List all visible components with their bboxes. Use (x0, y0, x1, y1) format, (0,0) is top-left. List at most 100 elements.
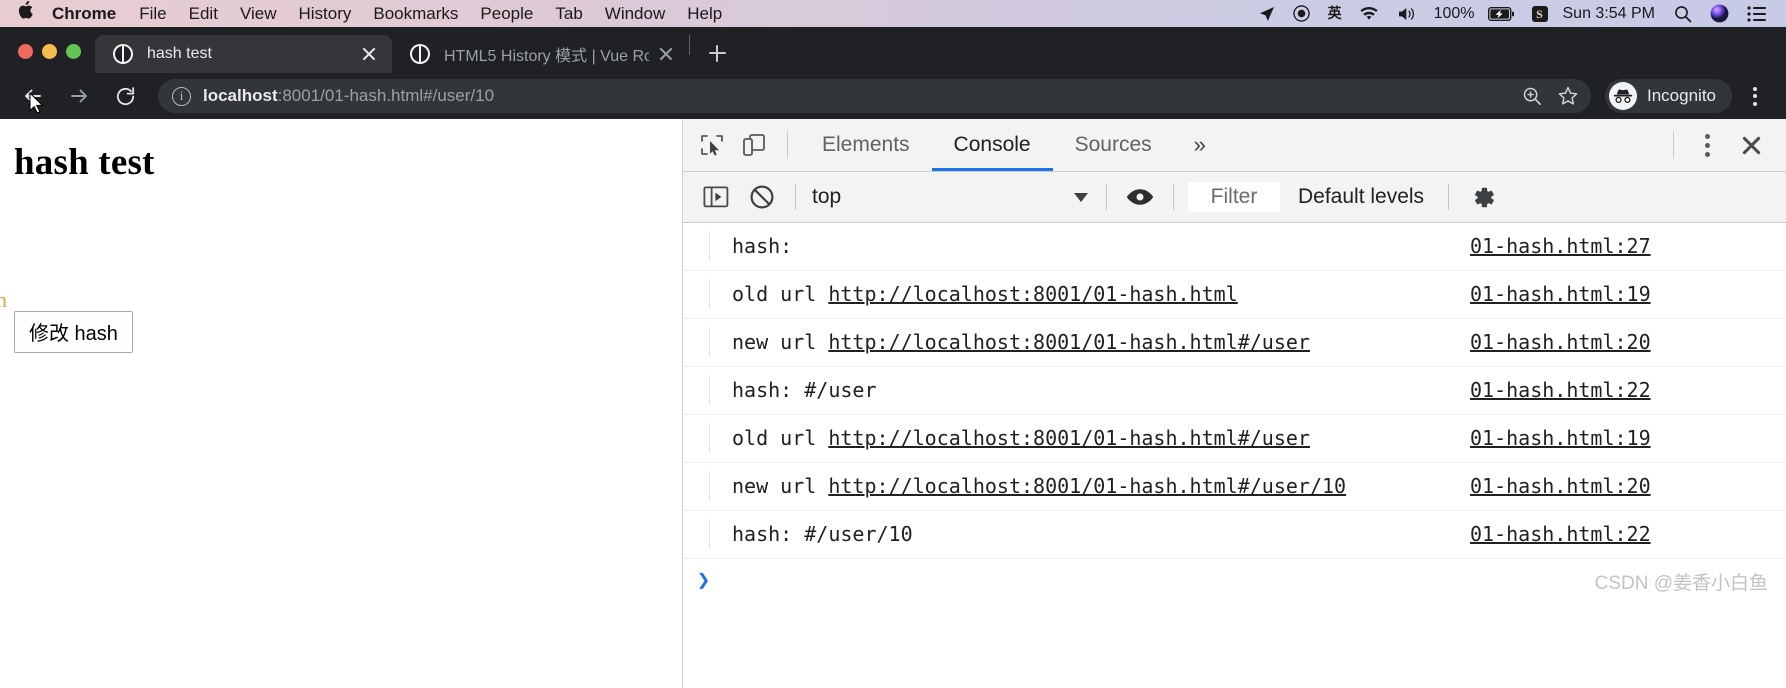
browser-toolbar: i localhost:8001/01-hash.html#/user/10 I… (0, 73, 1786, 119)
close-window-button[interactable] (18, 44, 33, 59)
back-button[interactable] (14, 77, 52, 115)
browser-tab-vue-router[interactable]: HTML5 History 模式 | Vue Rout (392, 35, 689, 73)
message-gutter (683, 231, 710, 261)
minimize-window-button[interactable] (42, 44, 57, 59)
console-message-text: hash: #/user (710, 375, 1470, 405)
browser-tab-hash-test[interactable]: hash test (95, 35, 392, 73)
console-message-source[interactable]: 01-hash.html:20 (1470, 471, 1770, 501)
message-url[interactable]: http://localhost:8001/01-hash.html#/user (828, 330, 1310, 354)
console-message-row[interactable]: hash: 01-hash.html:27 (683, 223, 1786, 271)
wifi-icon[interactable] (1350, 6, 1388, 21)
message-gutter (683, 279, 710, 309)
console-filter-input[interactable]: Filter (1188, 182, 1280, 212)
tab-elements[interactable]: Elements (800, 119, 932, 171)
maximize-window-button[interactable] (66, 44, 81, 59)
live-expression-eye-icon[interactable] (1117, 176, 1163, 218)
message-label: new url (732, 330, 829, 354)
modify-hash-button[interactable]: 修改 hash (14, 311, 133, 353)
menubar-item-file[interactable]: File (128, 0, 177, 27)
console-context-select[interactable]: top (806, 176, 1096, 218)
tab-separator (689, 35, 690, 55)
profile-incognito-button[interactable]: Incognito (1605, 79, 1732, 113)
address-bar-url: localhost:8001/01-hash.html#/user/10 (203, 86, 494, 106)
zoom-in-icon[interactable] (1515, 79, 1549, 113)
star-icon[interactable] (1551, 79, 1585, 113)
tab-sources[interactable]: Sources (1053, 119, 1174, 171)
console-context-label: top (812, 185, 842, 208)
siri-icon[interactable] (1701, 4, 1738, 23)
menubar-app-name[interactable]: Chrome (44, 4, 128, 24)
menubar-left-group: Chrome File Edit View History Bookmarks … (14, 0, 733, 27)
console-prompt-row[interactable]: ❯ CSDN @姜香小白鱼 (683, 559, 1786, 601)
menubar-item-tab[interactable]: Tab (544, 0, 593, 27)
console-message-row[interactable]: new url http://localhost:8001/01-hash.ht… (683, 463, 1786, 511)
apple-logo-icon[interactable] (14, 0, 44, 24)
tab-title: HTML5 History 模式 | Vue Rout (444, 48, 649, 65)
search-icon[interactable] (1665, 5, 1701, 23)
console-sidebar-icon[interactable] (693, 176, 739, 218)
control-center-icon[interactable] (1738, 5, 1776, 22)
message-gutter (683, 423, 710, 453)
info-circle-icon[interactable]: i (172, 86, 191, 106)
menubar-item-window[interactable]: Window (594, 0, 676, 27)
console-message-row[interactable]: hash: #/user/10 01-hash.html:22 (683, 511, 1786, 559)
console-message-row[interactable]: old url http://localhost:8001/01-hash.ht… (683, 415, 1786, 463)
close-tab-icon[interactable] (358, 43, 380, 65)
message-label: new url (732, 474, 829, 498)
message-url[interactable]: http://localhost:8001/01-hash.html#/user… (828, 474, 1346, 498)
console-message-row[interactable]: new url http://localhost:8001/01-hash.ht… (683, 319, 1786, 367)
devtools-header-actions (1661, 124, 1786, 166)
gear-icon[interactable] (1459, 176, 1505, 218)
console-message-source[interactable]: 01-hash.html:22 (1470, 519, 1770, 549)
menubar-item-help[interactable]: Help (676, 0, 733, 27)
console-message-text: new url http://localhost:8001/01-hash.ht… (710, 471, 1470, 501)
volume-icon[interactable] (1388, 6, 1426, 22)
console-message-text: hash: (710, 231, 1470, 261)
reload-button[interactable] (106, 77, 144, 115)
console-message-source[interactable]: 01-hash.html:20 (1470, 327, 1770, 357)
message-label: hash: #/user/10 (732, 522, 913, 546)
devtools-menu-button[interactable] (1686, 124, 1728, 166)
message-gutter (683, 471, 710, 501)
message-url[interactable]: http://localhost:8001/01-hash.html (828, 282, 1237, 306)
console-message-row[interactable]: hash: #/user 01-hash.html:22 (683, 367, 1786, 415)
filter-separator (1173, 184, 1174, 210)
address-bar[interactable]: i localhost:8001/01-hash.html#/user/10 (158, 79, 1591, 113)
close-tab-icon[interactable] (655, 43, 677, 65)
console-message-row[interactable]: old url http://localhost:8001/01-hash.ht… (683, 271, 1786, 319)
location-arrow-icon[interactable] (1250, 6, 1284, 22)
screen-record-icon[interactable] (1284, 5, 1319, 22)
console-message-list[interactable]: hash: 01-hash.html:27 old url http://loc… (683, 223, 1786, 688)
new-tab-button[interactable] (700, 36, 734, 70)
battery-charging-icon[interactable] (1479, 6, 1523, 21)
close-devtools-button[interactable] (1728, 124, 1774, 166)
console-message-source[interactable]: 01-hash.html:22 (1470, 375, 1770, 405)
clear-console-icon[interactable] (739, 176, 785, 218)
console-prompt-chevron-icon: ❯ (697, 568, 711, 593)
console-message-text: hash: #/user/10 (710, 519, 1470, 549)
console-message-source[interactable]: 01-hash.html:19 (1470, 423, 1770, 453)
menubar-item-edit[interactable]: Edit (178, 0, 229, 27)
console-log-levels-select[interactable]: Default levels (1284, 185, 1438, 209)
menubar-item-history[interactable]: History (287, 0, 362, 27)
tab-console[interactable]: Console (931, 119, 1053, 171)
menubar-item-bookmarks[interactable]: Bookmarks (362, 0, 469, 27)
inspect-element-icon[interactable] (691, 124, 733, 166)
input-source-cjk-icon[interactable]: 英 (1319, 0, 1350, 27)
menubar-clock[interactable]: Sun 3:54 PM (1557, 5, 1666, 23)
console-message-source[interactable]: 01-hash.html:19 (1470, 279, 1770, 309)
device-toolbar-icon[interactable] (733, 124, 775, 166)
menubar-item-view[interactable]: View (229, 0, 288, 27)
filter-separator (795, 184, 796, 210)
chrome-menu-button[interactable] (1738, 77, 1772, 115)
tab-strip: hash test HTML5 History 模式 | Vue Rout (0, 27, 1786, 73)
message-url[interactable]: http://localhost:8001/01-hash.html#/user (828, 426, 1310, 450)
console-message-source[interactable]: 01-hash.html:27 (1470, 231, 1770, 261)
more-tabs-icon[interactable]: » (1174, 134, 1226, 156)
sogou-glyph: S (1531, 5, 1548, 22)
menubar-item-people[interactable]: People (469, 0, 544, 27)
watermark-label: CSDN @姜香小白鱼 (1594, 573, 1768, 594)
forward-button[interactable] (60, 77, 98, 115)
globe-icon (410, 44, 430, 64)
sogou-input-icon[interactable]: S (1523, 5, 1557, 22)
